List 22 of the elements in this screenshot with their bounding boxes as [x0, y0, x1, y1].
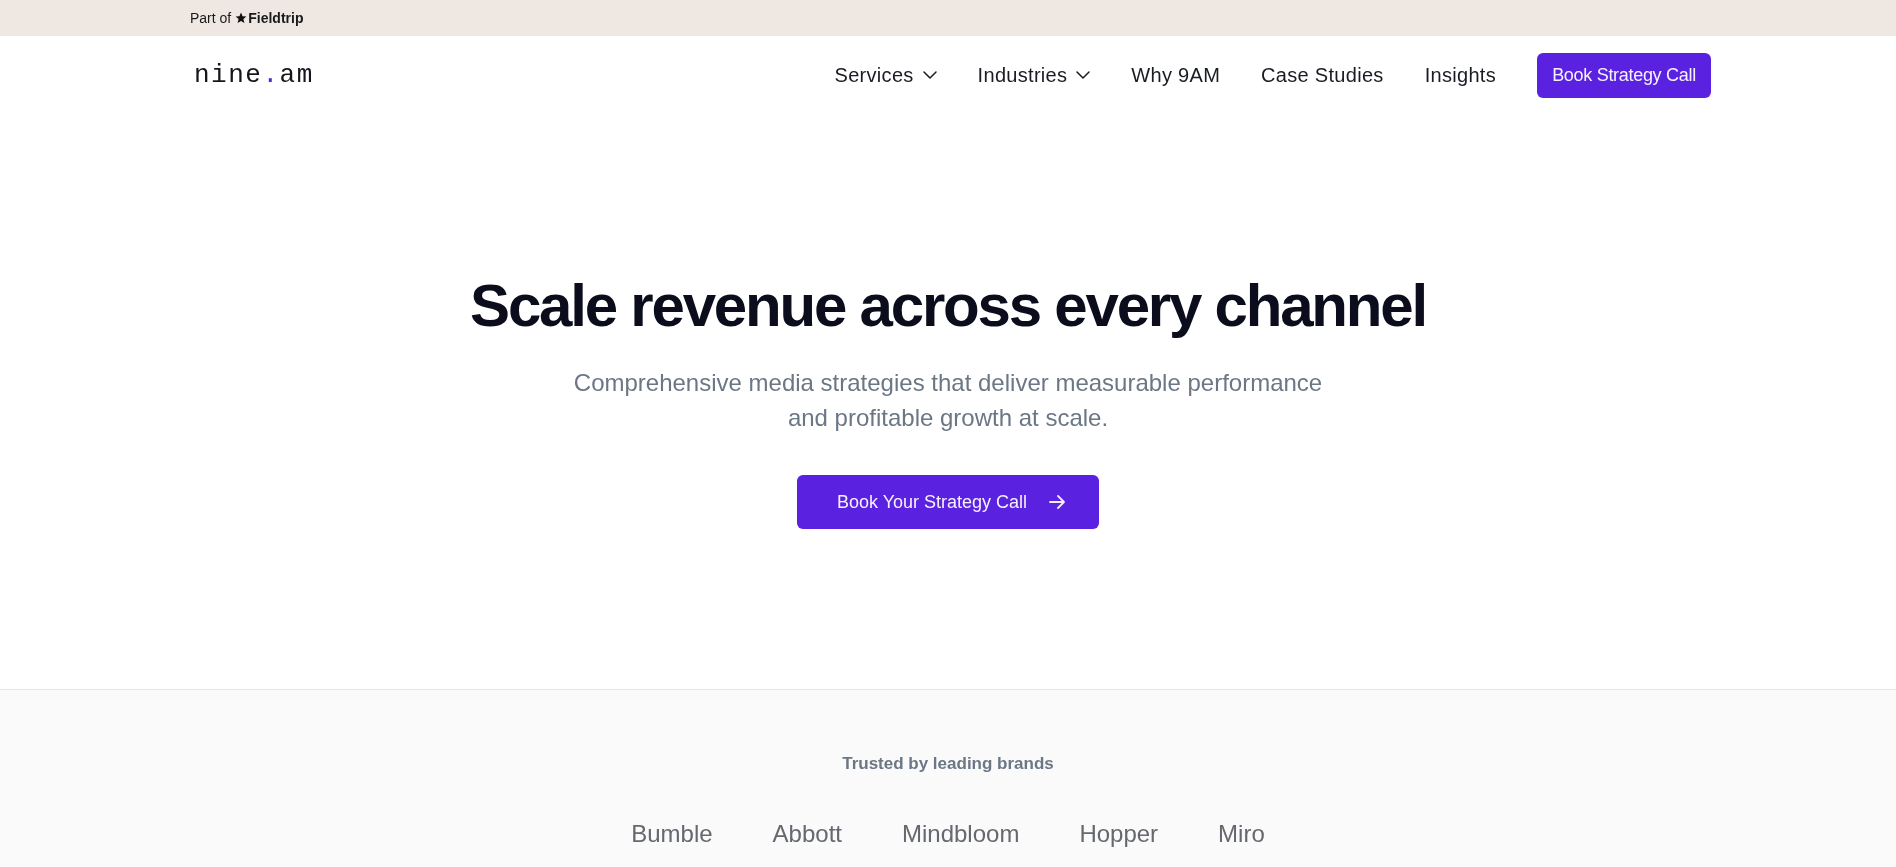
- nav-link[interactable]: Why 9AM: [1131, 63, 1221, 87]
- hero-subtitle: Comprehensive media strategies that deliver measurable performance and profitable growth at scale.: [572, 368, 1324, 433]
- nav-link[interactable]: Insights: [1424, 63, 1496, 87]
- arrow-right-icon: [1049, 495, 1066, 509]
- brand-name: Abbott: [772, 819, 842, 849]
- book-call-button[interactable]: Book Your Strategy Call: [797, 475, 1099, 529]
- hero-title: Scale revenue across every channel: [470, 271, 1426, 341]
- fieldtrip-link[interactable]: Fieldtrip: [248, 10, 304, 26]
- nav-link[interactable]: Case Studies: [1261, 63, 1384, 87]
- nav-dropdown[interactable]: Industries: [977, 63, 1091, 87]
- brand-name: Hopper: [1079, 819, 1159, 849]
- chevron-down-icon: [922, 71, 937, 79]
- logo[interactable]: nine.am: [194, 60, 314, 90]
- star-icon: [235, 12, 248, 24]
- brand-name: Mindbloom: [902, 819, 1020, 849]
- book-strategy-call-button[interactable]: Book Strategy Call: [1537, 52, 1711, 98]
- brand-name: Miro: [1218, 819, 1265, 849]
- chevron-down-icon: [1076, 71, 1091, 79]
- brand-name: Bumble: [631, 819, 713, 849]
- brands-heading: Trusted by leading brands: [842, 753, 1054, 775]
- part-of-label: Part of: [190, 10, 232, 26]
- nav-dropdown[interactable]: Services: [834, 63, 937, 87]
